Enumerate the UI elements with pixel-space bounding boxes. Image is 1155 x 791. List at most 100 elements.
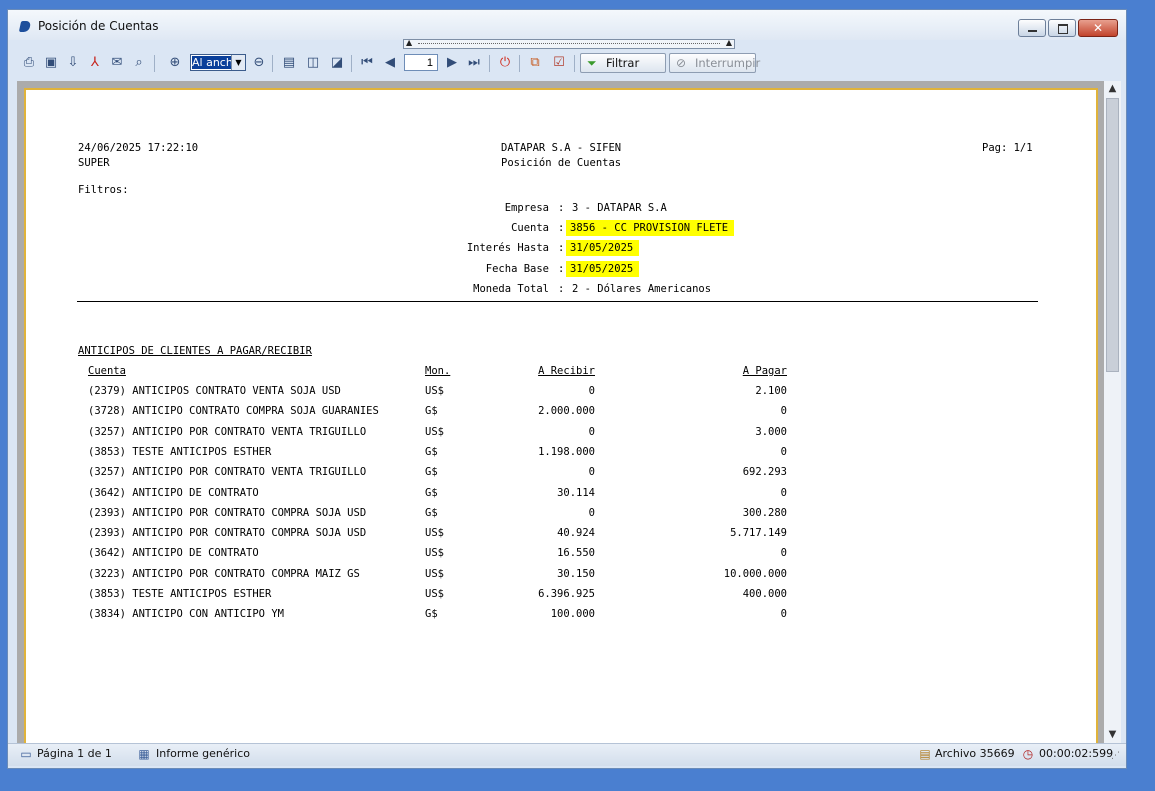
interrupt-icon: ⊘ bbox=[676, 56, 687, 70]
expand-left-icon: ▲ bbox=[406, 38, 413, 47]
row-account: (3853) TESTE ANTICIPOS ESTHER bbox=[88, 588, 272, 600]
stop-icon[interactable]: ⏻ bbox=[496, 54, 514, 72]
row-pay: 10.000.000 bbox=[723, 567, 787, 580]
file-icon: ▤ bbox=[919, 747, 931, 761]
row-receive: 30.114 bbox=[557, 486, 595, 499]
row-receive: 1.198.000 bbox=[538, 445, 595, 458]
status-file: Archivo 35669 bbox=[935, 747, 1015, 760]
row-currency: G$ bbox=[425, 466, 438, 479]
row-account: (2393) ANTICIPO POR CONTRATO COMPRA SOJA… bbox=[88, 527, 367, 540]
toolbar-collapse-handle[interactable]: ▲ ▲ bbox=[403, 38, 735, 49]
row-pay: 2.100 bbox=[755, 385, 787, 397]
clock-icon: ◷ bbox=[1022, 747, 1034, 761]
row-receive: 6.396.925 bbox=[538, 588, 595, 600]
row-currency: US$ bbox=[425, 547, 444, 560]
scroll-down-icon[interactable]: ▼ bbox=[1104, 727, 1121, 743]
filter-value: 3 - DATAPAR S.A bbox=[572, 202, 667, 214]
row-receive: 16.550 bbox=[557, 547, 595, 560]
row-receive: 30.150 bbox=[557, 567, 595, 580]
filters-label: Filtros: bbox=[78, 184, 129, 196]
report-datetime: 24/06/2025 17:22:10 bbox=[78, 142, 199, 154]
column-header-receive: A Recibir bbox=[538, 365, 595, 377]
app-icon bbox=[18, 21, 32, 32]
vertical-scrollbar[interactable]: ▲ ▼ bbox=[1104, 81, 1121, 743]
prev-page-icon[interactable]: ◀ bbox=[381, 54, 399, 72]
filter-button[interactable]: ⏷ Filtrar bbox=[580, 53, 666, 73]
settings-icon[interactable]: ☑ bbox=[550, 54, 568, 72]
print-icon[interactable]: ⎙ bbox=[20, 54, 38, 72]
row-receive: 0 bbox=[588, 466, 595, 479]
column-header-account: Cuenta bbox=[88, 365, 126, 377]
row-pay: 0 bbox=[780, 445, 787, 458]
find-icon[interactable]: ⌕ bbox=[130, 54, 148, 72]
row-pay: 3.000 bbox=[755, 425, 787, 438]
first-page-icon[interactable]: ⏮ bbox=[358, 54, 376, 72]
header-divider bbox=[77, 301, 1038, 302]
status-report-type: Informe genérico bbox=[156, 747, 250, 760]
zoom-out-icon[interactable]: ⊖ bbox=[250, 54, 268, 72]
row-pay: 5.717.149 bbox=[730, 527, 787, 540]
close-button[interactable]: ✕ bbox=[1078, 19, 1118, 37]
row-pay: 0 bbox=[780, 547, 787, 560]
status-bar: ▭ Página 1 de 1 ▦ Informe genérico ▤ Arc… bbox=[8, 743, 1126, 766]
page-icon: ▭ bbox=[20, 747, 32, 761]
page-setup-icon[interactable]: ▤ bbox=[280, 54, 298, 72]
row-currency: US$ bbox=[425, 588, 444, 600]
zoom-select[interactable]: Al ancho ▼ bbox=[190, 54, 246, 71]
minimize-button[interactable] bbox=[1018, 19, 1046, 37]
report-toolbar: ⎙ ▣ ⇩ ⅄ ✉ ⌕ ⊕ Al ancho ▼ ⊖ ▤ ◫ ◪ ⏮ ◀ ▶ ⏭… bbox=[8, 50, 1126, 76]
report-title: Posición de Cuentas bbox=[501, 157, 622, 169]
row-pay: 692.293 bbox=[742, 466, 787, 479]
scroll-thumb[interactable] bbox=[1106, 98, 1119, 372]
mail-icon[interactable]: ✉ bbox=[108, 54, 126, 72]
page-zoom-icon[interactable]: ◪ bbox=[328, 54, 346, 72]
chevron-down-icon[interactable]: ▼ bbox=[231, 55, 245, 70]
row-account: (2393) ANTICIPO POR CONTRATO COMPRA SOJA… bbox=[88, 506, 367, 519]
filter-label: Cuenta bbox=[511, 222, 549, 235]
report-user: SUPER bbox=[78, 157, 110, 169]
row-currency: G$ bbox=[425, 486, 438, 499]
scroll-up-icon[interactable]: ▲ bbox=[1104, 81, 1121, 97]
row-pay: 400.000 bbox=[742, 588, 787, 600]
resize-grip-icon[interactable]: ⋰ bbox=[1111, 751, 1120, 761]
single-page-icon[interactable]: ◫ bbox=[304, 54, 322, 72]
row-pay: 0 bbox=[780, 405, 787, 418]
column-header-currency: Mon. bbox=[425, 365, 451, 377]
row-currency: G$ bbox=[425, 506, 438, 519]
row-receive: 0 bbox=[588, 385, 595, 397]
save-icon[interactable]: ▣ bbox=[42, 54, 60, 72]
zoom-in-icon[interactable]: ⊕ bbox=[166, 54, 184, 72]
filter-label: Fecha Base bbox=[485, 262, 549, 275]
row-receive: 0 bbox=[588, 425, 595, 438]
filter-value: 3856 - CC PROVISION FLETE bbox=[566, 220, 735, 237]
row-pay: 0 bbox=[780, 486, 787, 499]
pdf-icon[interactable]: ⅄ bbox=[86, 54, 104, 72]
row-currency: G$ bbox=[425, 405, 438, 418]
page-indicator: Pag: 1/1 bbox=[982, 142, 1033, 154]
row-currency: US$ bbox=[425, 425, 444, 438]
report-viewport[interactable]: 24/06/2025 17:22:10 SUPER DATAPAR S.A - … bbox=[17, 81, 1104, 743]
copy-icon[interactable]: ⧉ bbox=[526, 54, 544, 72]
row-currency: G$ bbox=[425, 608, 438, 621]
page-number-input[interactable] bbox=[404, 54, 438, 71]
report-page: 24/06/2025 17:22:10 SUPER DATAPAR S.A - … bbox=[24, 88, 1098, 743]
expand-right-icon: ▲ bbox=[725, 38, 732, 47]
interrupt-button[interactable]: ⊘ Interrumpir bbox=[669, 53, 760, 73]
row-receive: 2.000.000 bbox=[538, 405, 595, 418]
row-account: (3257) ANTICIPO POR CONTRATO VENTA TRIGU… bbox=[88, 425, 367, 438]
row-pay: 0 bbox=[780, 608, 787, 621]
title-bar: Posición de Cuentas ✕ bbox=[8, 10, 1126, 40]
row-account: (3257) ANTICIPO POR CONTRATO VENTA TRIGU… bbox=[88, 466, 367, 479]
company-title: DATAPAR S.A - SIFEN bbox=[501, 142, 622, 154]
row-currency: US$ bbox=[425, 567, 444, 580]
row-account: (3223) ANTICIPO POR CONTRATO COMPRA MAIZ… bbox=[88, 567, 360, 580]
row-account: (3642) ANTICIPO DE CONTRATO bbox=[88, 547, 259, 560]
next-page-icon[interactable]: ▶ bbox=[443, 54, 461, 72]
maximize-button[interactable] bbox=[1048, 19, 1076, 37]
filter-label: Interés Hasta bbox=[466, 242, 549, 255]
last-page-icon[interactable]: ⏭ bbox=[465, 54, 483, 72]
row-receive: 0 bbox=[588, 506, 595, 519]
export-icon[interactable]: ⇩ bbox=[64, 54, 82, 72]
filter-label: Empresa bbox=[504, 202, 549, 214]
zoom-value: Al ancho bbox=[192, 56, 232, 69]
